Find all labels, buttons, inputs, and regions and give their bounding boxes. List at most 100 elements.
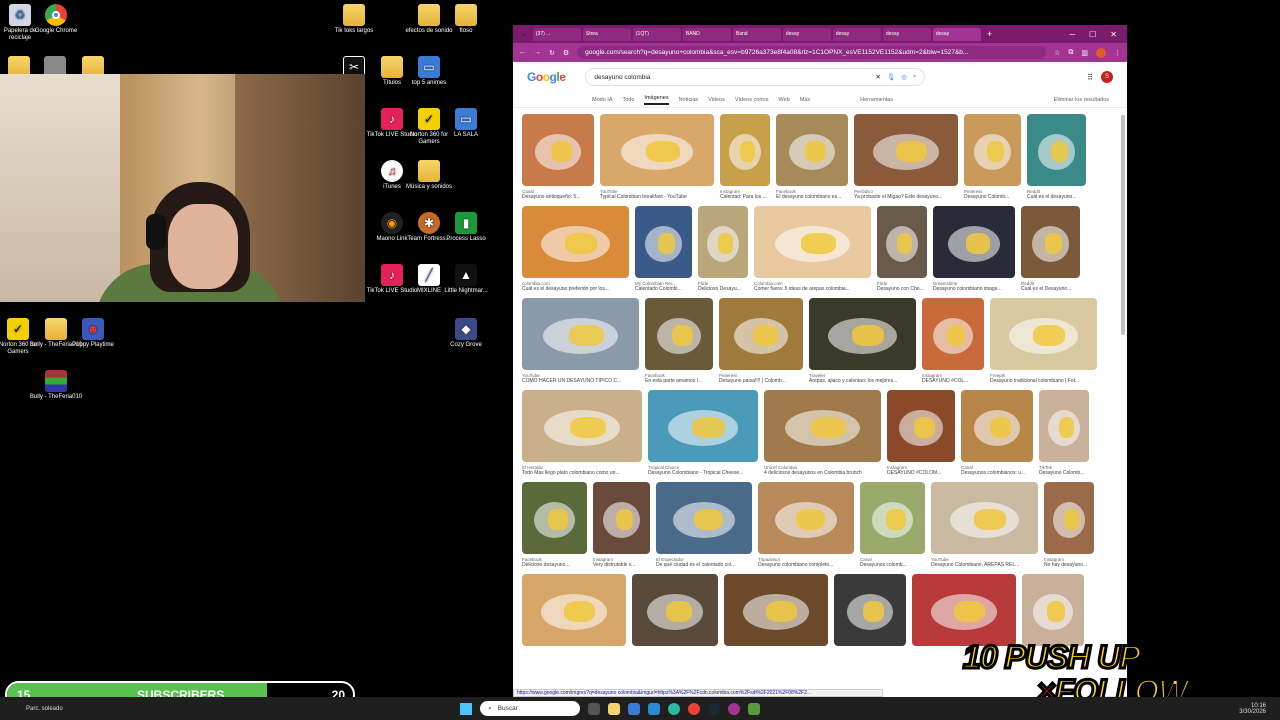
image-thumbnail[interactable] xyxy=(645,298,713,370)
tab-web[interactable]: Web xyxy=(779,97,790,103)
result-title[interactable]: Desayuno paisa!!!! | Colomb... xyxy=(719,378,803,384)
image-thumbnail[interactable] xyxy=(933,206,1015,278)
image-thumbnail[interactable] xyxy=(724,574,828,646)
back-icon[interactable]: ← xyxy=(519,49,526,56)
browser-tab[interactable]: desay xyxy=(882,27,931,41)
image-result[interactable]: Traveler Arepas, ajiaco y calentao: los m… xyxy=(809,298,916,384)
image-thumbnail[interactable] xyxy=(600,114,714,186)
result-title[interactable]: CÓMO HACER UN DESAYUNO TÍPICO C... xyxy=(522,378,639,384)
scrollbar[interactable] xyxy=(1121,115,1125,335)
result-title[interactable]: Desayuno Colombiano - Tropical Cheese... xyxy=(648,470,758,476)
close-icon[interactable]: ✕ xyxy=(1110,30,1117,39)
result-title[interactable]: DESAYUNO #COLOM... xyxy=(887,470,955,476)
image-result[interactable]: Instagram Calentao: Para los ... xyxy=(720,114,770,200)
image-result[interactable]: Flickr Desayuno con Cho... xyxy=(877,206,927,292)
result-title[interactable]: Desayuno antioqueño: 5... xyxy=(522,194,594,200)
image-thumbnail[interactable] xyxy=(776,114,848,186)
browser-tab[interactable]: desay xyxy=(832,27,881,41)
image-result[interactable]: Reddit Cuál es el Desayuno... xyxy=(1021,206,1080,292)
desktop-icon-lasso[interactable]: ▮ Process Lasso xyxy=(438,212,494,243)
image-result[interactable]: Reddit Cuál es el desayuno... xyxy=(1027,114,1086,200)
mail-icon[interactable] xyxy=(648,702,660,715)
desktop-icon-chrome[interactable]: Google Chrome xyxy=(28,4,84,35)
image-thumbnail[interactable] xyxy=(522,390,642,462)
desktop-icon-little-nightmares[interactable]: ▲ Little Nightmar... xyxy=(438,264,494,295)
image-thumbnail[interactable] xyxy=(720,114,770,186)
image-thumbnail[interactable] xyxy=(834,574,906,646)
image-result[interactable]: Facebook El desayuno colombiano es... xyxy=(776,114,848,200)
result-title[interactable]: Desayunos colombianos: u... xyxy=(961,470,1033,476)
image-result[interactable]: colombia.com Cuál es el desayuno preferid… xyxy=(522,206,629,292)
desktop-icon-bully-rar[interactable]: Bully - TheFeria010 xyxy=(28,370,84,401)
avatar[interactable]: S xyxy=(1101,71,1113,83)
tab-imagenes[interactable]: Imágenes xyxy=(644,95,669,105)
image-result[interactable]: Instagram DESAYUNO #COLOM... xyxy=(887,390,955,476)
tab-videos[interactable]: Videos xyxy=(708,97,725,103)
image-result[interactable] xyxy=(912,574,1016,649)
image-thumbnail[interactable] xyxy=(912,574,1016,646)
image-thumbnail[interactable] xyxy=(522,574,626,646)
result-title[interactable]: No hay desayuno... xyxy=(1044,562,1094,568)
result-title[interactable]: Delicioso Desayu... xyxy=(698,286,748,292)
result-title[interactable]: Desayuno Colomb... xyxy=(1039,470,1089,476)
image-result[interactable]: Tripadvisor Desayuno colombiano completo.… xyxy=(758,482,854,568)
file-explorer-icon[interactable] xyxy=(608,702,620,715)
image-thumbnail[interactable] xyxy=(854,114,958,186)
desktop-icon-ftoso[interactable]: ftoso xyxy=(438,4,494,35)
result-title[interactable]: Arepas, ajiaco y calentao: los mejores..… xyxy=(809,378,916,384)
result-title[interactable]: De qué ciudad es el calentado col... xyxy=(656,562,752,568)
tab-todo[interactable]: Todo xyxy=(622,97,634,103)
image-thumbnail[interactable] xyxy=(522,482,587,554)
image-result[interactable]: Pinterest Desayuno paisa!!!! | Colomb... xyxy=(719,298,803,384)
result-title[interactable]: Cuál es el Desayuno... xyxy=(1021,286,1080,292)
result-title[interactable]: Desayunos colomb... xyxy=(860,562,925,568)
tab-modo-ia[interactable]: Modo IA xyxy=(592,97,612,103)
minimize-icon[interactable]: ─ xyxy=(1069,30,1075,39)
image-thumbnail[interactable] xyxy=(635,206,692,278)
result-title[interactable]: Todo Mas llego plato colombiano como un.… xyxy=(522,470,642,476)
result-title[interactable]: Typical Colombian breakfast - YouTube xyxy=(600,194,714,200)
image-thumbnail[interactable] xyxy=(698,206,748,278)
image-thumbnail[interactable] xyxy=(877,206,927,278)
search-input[interactable]: desayuno colombia xyxy=(594,74,869,81)
image-thumbnail[interactable] xyxy=(593,482,650,554)
image-thumbnail[interactable] xyxy=(964,114,1021,186)
result-title[interactable]: Desayuno Colombiano, AREPAS REL... xyxy=(931,562,1038,568)
mic-icon[interactable]: 🎙 xyxy=(887,73,895,81)
image-result[interactable]: Tropical Choice Desayuno Colombiano - Tro… xyxy=(648,390,758,476)
image-result[interactable]: TikTok Desayuno Colomb... xyxy=(1039,390,1089,476)
image-thumbnail[interactable] xyxy=(754,206,871,278)
google-logo[interactable]: Google xyxy=(527,70,566,84)
result-title[interactable]: Desayuno tradicional colombiano | Fot... xyxy=(990,378,1097,384)
image-thumbnail[interactable] xyxy=(1021,206,1080,278)
tab-videos-cortos[interactable]: Vídeos cortos xyxy=(735,97,769,103)
image-result[interactable]: Canal Desayunos colomb... xyxy=(860,482,925,568)
result-title[interactable]: Calentao: Para los ... xyxy=(720,194,770,200)
tab-noticias[interactable]: Noticias xyxy=(679,97,699,103)
forward-icon[interactable]: → xyxy=(534,49,541,56)
apps-grid-icon[interactable]: ⠿ xyxy=(1087,73,1093,82)
image-thumbnail[interactable] xyxy=(809,298,916,370)
desktop-icon-top5[interactable]: ▭ top 5 animes xyxy=(401,56,457,87)
result-title[interactable]: Very distrutable v... xyxy=(593,562,650,568)
desktop-icon-cozy-grove[interactable]: ◆ Cozy Grove xyxy=(438,318,494,349)
desktop-icon-musica[interactable]: Música y sonidos xyxy=(401,160,457,191)
result-title[interactable]: Cuál es el desayuno... xyxy=(1027,194,1086,200)
image-thumbnail[interactable] xyxy=(860,482,925,554)
result-title[interactable]: DESAYUNO #COL... xyxy=(922,378,984,384)
new-tab-icon[interactable]: + xyxy=(983,29,996,39)
image-result[interactable]: Instagram DESAYUNO #COL... xyxy=(922,298,984,384)
image-result[interactable] xyxy=(632,574,718,649)
edge-icon[interactable] xyxy=(668,702,680,715)
image-result[interactable]: Unicef Colombia 4 deliciosos desayunos en… xyxy=(764,390,881,476)
maximize-icon[interactable]: ☐ xyxy=(1089,30,1096,39)
search-box[interactable]: desayuno colombia ✕ 🎙 ◎ ⌕ xyxy=(585,68,926,86)
browser-tab[interactable]: desay xyxy=(782,27,831,41)
steam-icon[interactable] xyxy=(708,702,720,715)
image-thumbnail[interactable] xyxy=(931,482,1038,554)
desktop-icon-la-sala[interactable]: ▭ LA SALA xyxy=(438,108,494,139)
browser-tab-active[interactable]: desay xyxy=(932,27,981,41)
windows-start-icon[interactable] xyxy=(460,702,472,715)
image-result[interactable]: Freepik Desayuno tradicional colombiano |… xyxy=(990,298,1097,384)
image-result[interactable] xyxy=(724,574,828,649)
